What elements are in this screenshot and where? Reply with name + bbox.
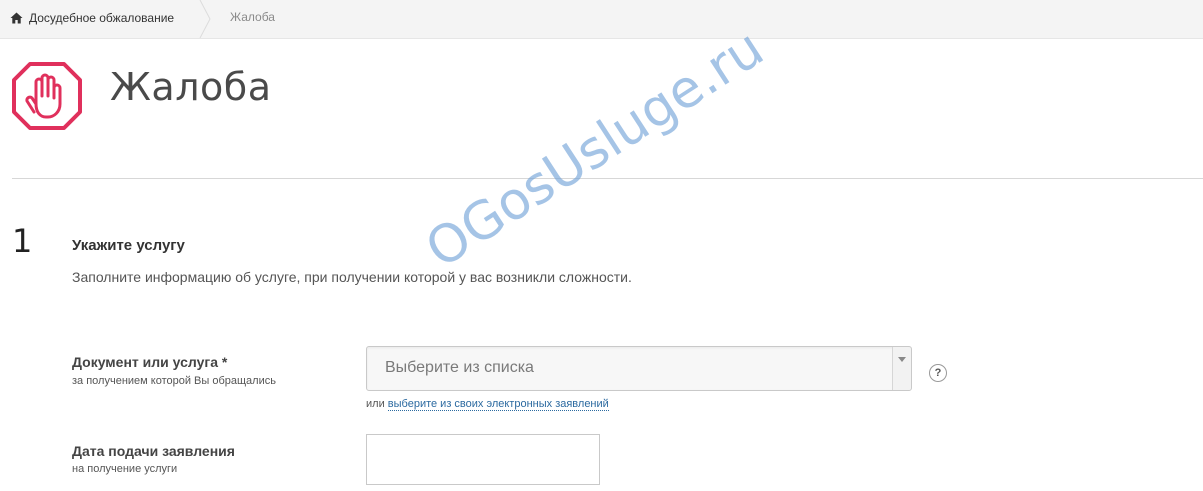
date-field-hint: на получение услуги (72, 463, 178, 475)
page-title: Жалоба (110, 65, 272, 109)
alt-select-prefix: или (366, 398, 385, 410)
section-divider (12, 178, 1203, 179)
breadcrumb-home-label: Досудебное обжалование (29, 11, 175, 25)
help-icon[interactable]: ? (929, 364, 947, 382)
service-select-placeholder: Выберите из списка (385, 359, 534, 376)
breadcrumb-home-link[interactable]: Досудебное обжалование (10, 9, 174, 27)
home-icon (10, 12, 23, 24)
step-number: 1 (12, 222, 33, 260)
service-field-label: Документ или услуга * (72, 354, 228, 370)
date-field-label: Дата подачи заявления (72, 443, 235, 459)
breadcrumb-bar: Досудебное обжалование Жалоба (0, 0, 1203, 39)
service-select-toggle[interactable] (892, 347, 911, 390)
alt-select-line: или выберите из своих электронных заявле… (366, 398, 609, 411)
breadcrumb-separator (199, 0, 211, 38)
date-input[interactable] (366, 434, 600, 485)
choose-from-applications-link[interactable]: выберите из своих электронных заявлений (387, 398, 609, 411)
breadcrumb-current: Жалоба (230, 10, 275, 24)
complaint-logo (10, 60, 84, 137)
step-title: Укажите услугу (72, 237, 185, 254)
watermark-text: OGosUsluge.ru (415, 18, 775, 281)
raised-hand-icon (12, 62, 82, 130)
service-field-hint: за получением которой Вы обращались (72, 375, 276, 387)
step-description: Заполните информацию об услуге, при полу… (72, 269, 632, 285)
service-select[interactable]: Выберите из списка (366, 346, 912, 391)
chevron-down-icon (898, 357, 906, 362)
